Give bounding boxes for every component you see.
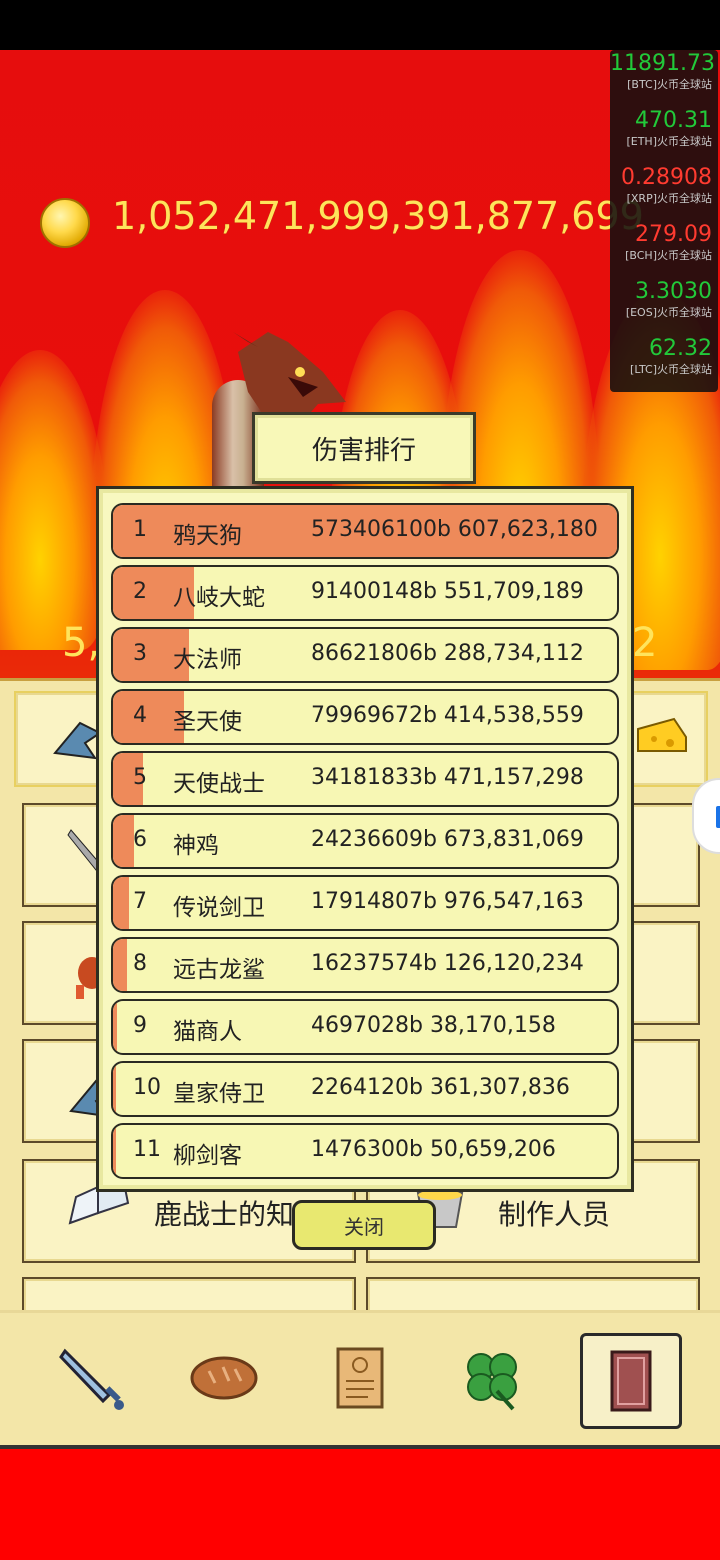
damage-bar [113, 1125, 116, 1177]
ranking-row[interactable]: 5 天使战士 34181833b 471,157,298 [111, 751, 619, 807]
damage-score: 4697028b 38,170,158 [311, 1013, 556, 1038]
rank-number: 11 [133, 1137, 161, 1162]
damage-ranking-popup: 1 鸦天狗 573406100b 607,623,180 2 八岐大蛇 9140… [96, 486, 634, 1192]
player-name: 猫商人 [173, 1019, 242, 1045]
rank-number: 4 [133, 703, 147, 728]
rank-number: 3 [133, 641, 147, 666]
ticker-label: [XRP]火币全球站 [626, 192, 712, 205]
damage-bar [113, 1063, 116, 1115]
left-partial-value: 5, [62, 620, 101, 666]
ticker-price: 62.32 [649, 336, 712, 361]
ticker-label: [EOS]火币全球站 [625, 306, 712, 319]
sword-icon [59, 1348, 124, 1410]
damage-score: 34181833b 471,157,298 [311, 765, 584, 790]
ticker-label: [BTC]火币全球站 [627, 78, 712, 91]
rank-number: 5 [133, 765, 147, 790]
cheese-icon [637, 717, 687, 752]
rank-number: 8 [133, 951, 147, 976]
clover-icon [467, 1353, 517, 1411]
ranking-row[interactable]: 4 圣天使 79969672b 414,538,559 [111, 689, 619, 745]
ranking-row[interactable]: 6 神鸡 24236609b 673,831,069 [111, 813, 619, 869]
book-icon [610, 1350, 652, 1412]
damage-score: 24236609b 673,831,069 [311, 827, 584, 852]
player-name: 柳剑客 [173, 1143, 242, 1169]
floating-side-button[interactable] [692, 778, 720, 854]
ticker-item: 11891.73 [BTC]火币全球站 [610, 50, 718, 107]
ticker-price: 470.31 [635, 108, 712, 133]
damage-bar [113, 939, 127, 991]
nav-bread[interactable] [176, 1333, 272, 1423]
ranking-row[interactable]: 9 猫商人 4697028b 38,170,158 [111, 999, 619, 1055]
player-name: 传说剑卫 [173, 895, 265, 921]
ticker-item: 0.28908 [XRP]火币全球站 [610, 164, 718, 221]
close-button[interactable]: 关闭 [292, 1200, 436, 1250]
damage-bar [113, 877, 129, 929]
damage-score: 79969672b 414,538,559 [311, 703, 584, 728]
ticker-price: 11891.73 [610, 51, 715, 76]
rank-number: 10 [133, 1075, 161, 1100]
ticker-item: 470.31 [ETH]火币全球站 [610, 107, 718, 164]
side-button-mark [716, 806, 720, 828]
damage-score: 91400148b 551,709,189 [311, 579, 584, 604]
player-name: 大法师 [173, 647, 242, 673]
ranking-row[interactable]: 10 皇家侍卫 2264120b 361,307,836 [111, 1061, 619, 1117]
ticker-item: 3.3030 [EOS]火币全球站 [610, 278, 718, 335]
damage-score: 2264120b 361,307,836 [311, 1075, 570, 1100]
nav-scroll[interactable] [312, 1333, 408, 1423]
bread-icon [190, 1356, 258, 1400]
ranking-row[interactable]: 8 远古龙鲨 16237574b 126,120,234 [111, 937, 619, 993]
rank-number: 6 [133, 827, 147, 852]
ticker-item: 62.32 [LTC]火币全球站 [610, 335, 718, 392]
rank-number: 2 [133, 579, 147, 604]
ranking-row[interactable]: 11 柳剑客 1476300b 50,659,206 [111, 1123, 619, 1179]
ticker-price: 3.3030 [635, 279, 712, 304]
nav-sword[interactable] [44, 1333, 140, 1423]
player-name: 八岐大蛇 [173, 585, 265, 611]
ticker-item: 279.09 [BCH]火币全球站 [610, 221, 718, 278]
gold-amount: 1,052,471,999,391,877,699 [112, 194, 644, 238]
damage-score: 573406100b 607,623,180 [311, 517, 598, 542]
ticker-label: [BCH]火币全球站 [625, 249, 712, 262]
nav-clover[interactable] [444, 1333, 540, 1423]
rank-number: 9 [133, 1013, 147, 1038]
status-bar [0, 0, 720, 50]
credits-label: 制作人员 [498, 1198, 611, 1231]
player-name: 天使战士 [173, 771, 265, 797]
right-partial-value: 2 [632, 620, 658, 666]
ranking-row[interactable]: 3 大法师 86621806b 288,734,112 [111, 627, 619, 683]
ticker-label: [LTC]火币全球站 [630, 363, 712, 376]
crypto-ticker: 11891.73 [BTC]火币全球站 470.31 [ETH]火币全球站 0.… [610, 50, 718, 392]
ticker-label: [ETH]火币全球站 [626, 135, 712, 148]
player-name: 远古龙鲨 [173, 957, 265, 983]
player-name: 皇家侍卫 [173, 1081, 265, 1107]
ranking-row[interactable]: 1 鸦天狗 573406100b 607,623,180 [111, 503, 619, 559]
rank-number: 7 [133, 889, 147, 914]
ticker-price: 0.28908 [621, 165, 712, 190]
player-name: 圣天使 [173, 709, 242, 735]
damage-score: 86621806b 288,734,112 [311, 641, 584, 666]
scroll-icon [336, 1347, 384, 1409]
ticker-price: 279.09 [635, 222, 712, 247]
damage-bar [113, 815, 134, 867]
ranking-row[interactable]: 2 八岐大蛇 91400148b 551,709,189 [111, 565, 619, 621]
gold-coin-icon [40, 198, 90, 248]
damage-bar [113, 1001, 117, 1053]
player-name: 鸦天狗 [173, 523, 242, 549]
ranking-title: 伤害排行 [252, 412, 476, 484]
bottom-nav [0, 1310, 720, 1449]
damage-score: 16237574b 126,120,234 [311, 951, 584, 976]
ranking-row[interactable]: 7 传说剑卫 17914807b 976,547,163 [111, 875, 619, 931]
nav-book[interactable] [580, 1333, 682, 1429]
rank-number: 1 [133, 517, 147, 542]
damage-score: 17914807b 976,547,163 [311, 889, 584, 914]
damage-score: 1476300b 50,659,206 [311, 1137, 556, 1162]
player-name: 神鸡 [173, 833, 219, 859]
